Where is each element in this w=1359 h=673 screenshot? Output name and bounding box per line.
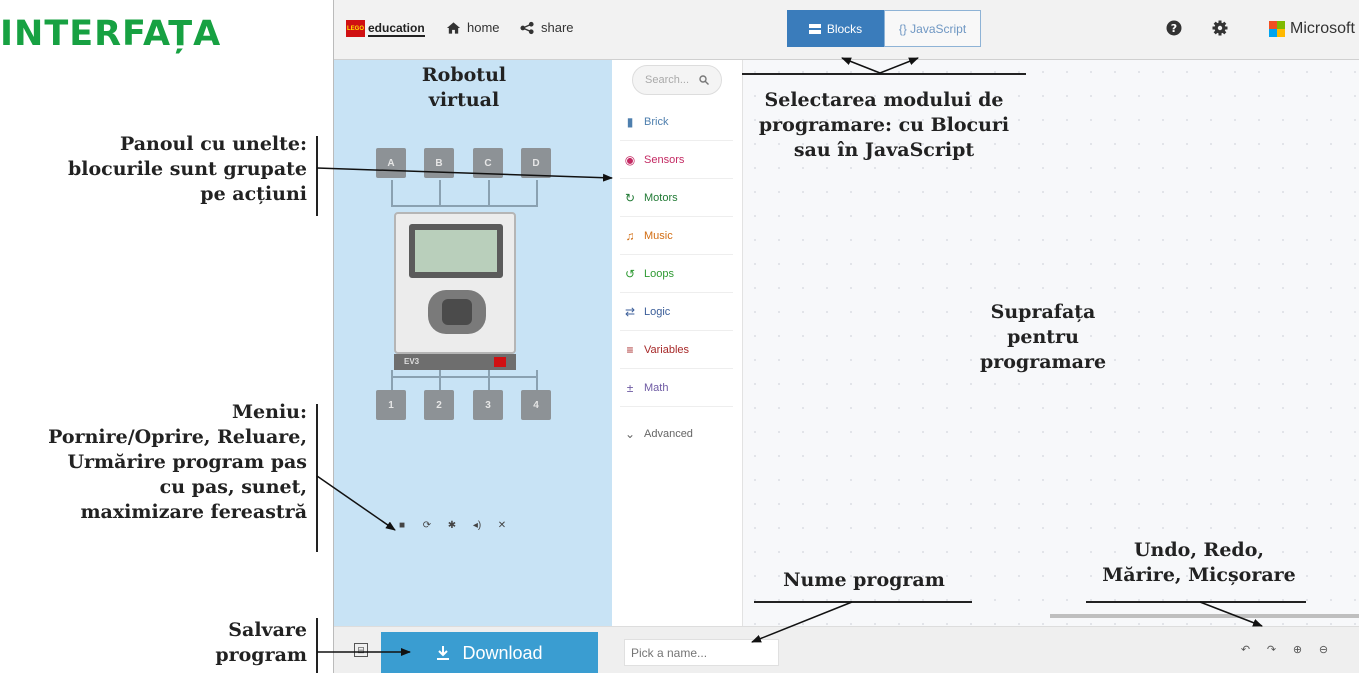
program-name-arrow [751, 601, 853, 643]
toolbox-arrow [316, 167, 613, 182]
mode-arrow-left [841, 57, 881, 74]
workspace-controls-arrow [1199, 601, 1263, 627]
mode-arrow-right [879, 57, 919, 74]
menu-arrow [316, 475, 396, 531]
annotation-arrows [316, 57, 1263, 656]
